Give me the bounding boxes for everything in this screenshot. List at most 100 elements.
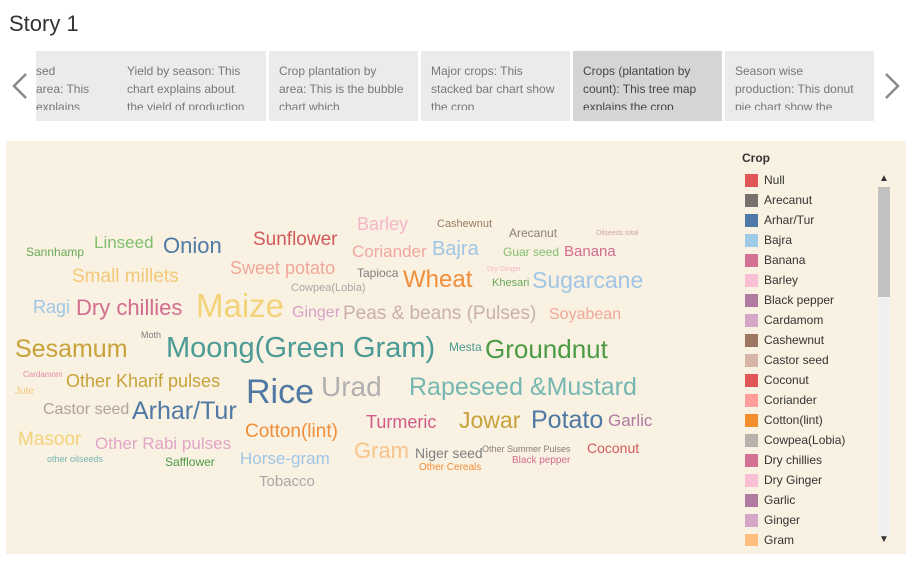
previous-story-point-button[interactable] [6,66,36,106]
legend-label: Arecanut [764,193,813,207]
word-cloud-word[interactable]: Khesari [492,278,529,289]
word-cloud-word[interactable]: Urad [321,373,382,401]
legend-item[interactable]: Cardamom [742,310,882,330]
legend-swatch [745,493,758,507]
word-cloud-word[interactable]: Moth [141,331,161,340]
word-cloud-word[interactable]: Ginger [292,305,340,321]
scroll-up-icon[interactable]: ▲ [876,172,892,186]
word-cloud-word[interactable]: Ragi [33,298,70,316]
word-cloud-word[interactable]: Potato [531,408,603,433]
word-cloud-word[interactable]: Sannhamp [26,246,84,258]
word-cloud-word[interactable]: Guar seed [503,246,559,258]
word-cloud-word[interactable]: Horse-gram [240,450,330,467]
chevron-right-icon [885,73,900,99]
word-cloud-word[interactable]: Rice [246,375,314,409]
legend-item[interactable]: Barley [742,270,882,290]
legend-item[interactable]: Dry chillies [742,450,882,470]
word-cloud-word[interactable]: Sweet potato [230,259,335,277]
word-cloud-word[interactable]: Gram [354,440,409,462]
word-cloud-word[interactable]: Cotton(lint) [245,422,338,441]
story-point[interactable]: Season wise production: This donut pie c… [725,51,874,121]
legend-item[interactable]: Castor seed [742,350,882,370]
legend-swatch [745,413,758,427]
word-cloud-word[interactable]: Coriander [352,243,427,260]
scroll-thumb[interactable] [878,187,890,297]
word-cloud-word[interactable]: Masoor [18,430,81,449]
legend-item[interactable]: Banana [742,250,882,270]
legend-swatch [745,433,758,447]
story-point[interactable]: Crop plantation by area: This is the bub… [269,51,418,121]
word-cloud-word[interactable]: other oilseeds [47,455,103,464]
word-cloud-word[interactable]: Maize [196,289,284,322]
word-cloud-word[interactable]: Sesamum [15,337,128,362]
legend-label: Bajra [764,233,793,247]
word-cloud-word[interactable]: Sunflower [253,230,338,249]
word-cloud-word[interactable]: Oilseeds total [596,230,638,237]
word-cloud-word[interactable]: Jute [15,387,34,397]
word-cloud-word[interactable]: Wheat [403,268,472,292]
legend-swatch [745,373,758,387]
word-cloud-word[interactable]: Arhar/Tur [132,399,237,424]
word-cloud-word[interactable]: Cardamom [23,371,63,379]
word-cloud-word[interactable]: Niger seed [415,446,483,460]
word-cloud-word[interactable]: Turmeric [366,413,436,431]
legend-item[interactable]: Black pepper [742,290,882,310]
legend-item[interactable]: Arhar/Tur [742,210,882,230]
word-cloud-word[interactable]: Safflower [165,456,215,468]
word-cloud-word[interactable]: Moong(Green Gram) [166,334,435,363]
word-cloud-word[interactable]: Other Kharif pulses [66,372,220,390]
word-cloud-word[interactable]: Jowar [459,409,520,432]
word-cloud-word[interactable]: Bajra [432,239,479,259]
word-cloud-word[interactable]: Other Rabi pulses [95,435,231,452]
legend-item[interactable]: Null [742,170,882,190]
word-cloud-word[interactable]: Other Summer Pulses [482,445,571,454]
story-point[interactable]: Yield by season: This chart explains abo… [117,51,266,121]
word-cloud-word[interactable]: Soyabean [549,307,621,323]
word-cloud-word[interactable]: Barley [357,215,408,233]
legend-swatch [745,173,758,187]
word-cloud-word[interactable]: Arecanut [509,227,557,239]
legend-item[interactable]: Dry Ginger [742,470,882,490]
legend-item[interactable]: Coriander [742,390,882,410]
word-cloud-word[interactable]: Peas & beans (Pulses) [343,304,536,323]
legend-item[interactable]: Arecanut [742,190,882,210]
word-cloud-word[interactable]: Dry Ginger [487,266,521,273]
story-point-active[interactable]: Crops (plantation by count): This tree m… [573,51,722,121]
word-cloud-word[interactable]: Linseed [94,234,154,251]
legend-label: Garlic [764,493,796,507]
word-cloud-word[interactable]: Castor seed [43,402,129,418]
legend-label: Null [764,173,785,187]
scroll-down-icon[interactable]: ▼ [876,533,892,547]
legend-item[interactable]: Ginger [742,510,882,530]
chevron-left-icon [12,73,27,99]
word-cloud-word[interactable]: Tobacco [259,474,315,489]
word-cloud-word[interactable]: Small millets [72,267,179,286]
legend-scrollbar[interactable]: ▲ ▼ [876,170,892,547]
word-cloud-word[interactable]: Groundnut [485,336,608,362]
word-cloud-word[interactable]: Sugarcane [532,269,643,292]
word-cloud-word[interactable]: Banana [564,244,616,259]
next-story-point-button[interactable] [878,66,908,106]
legend-item[interactable]: Gram [742,530,882,546]
legend-item[interactable]: Bajra [742,230,882,250]
word-cloud-word[interactable]: Black pepper [512,456,570,466]
legend-item[interactable]: Coconut [742,370,882,390]
legend-item[interactable]: Garlic [742,490,882,510]
legend-item[interactable]: Cowpea(Lobia) [742,430,882,450]
scroll-track[interactable] [878,187,890,537]
word-cloud-word[interactable]: Mesta [449,341,482,353]
legend-item[interactable]: Cotton(lint) [742,410,882,430]
story-point[interactable]: Major crops: This stacked bar chart show… [421,51,570,121]
word-cloud-word[interactable]: Cashewnut [437,219,492,230]
word-cloud-word[interactable]: Garlic [608,412,652,429]
word-cloud-word[interactable]: Coconut [587,441,639,455]
word-cloud-word[interactable]: Other Cereals [419,463,481,473]
word-cloud-word[interactable]: Dry chillies [76,297,182,319]
word-cloud-word[interactable]: Cowpea(Lobia) [291,283,366,294]
legend-label: Banana [764,253,806,267]
legend-swatch [745,193,758,207]
legend-item[interactable]: Cashewnut [742,330,882,350]
word-cloud-word[interactable]: Rapeseed &Mustard [409,375,637,400]
word-cloud-word[interactable]: Onion [163,235,222,257]
word-cloud-word[interactable]: Tapioca [357,267,398,279]
